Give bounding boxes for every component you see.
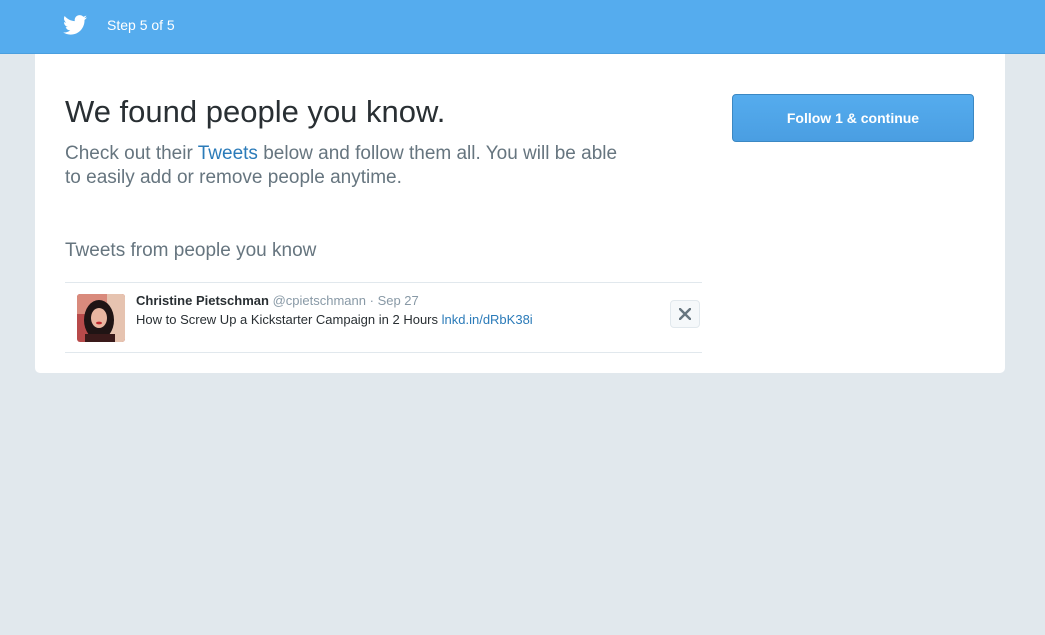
tweet-author-handle[interactable]: @cpietschmann xyxy=(273,293,366,308)
separator-dot: · xyxy=(369,293,374,308)
tweet-timestamp[interactable]: Sep 27 xyxy=(378,293,419,308)
twitter-bird-icon[interactable] xyxy=(63,15,87,35)
step-indicator: Step 5 of 5 xyxy=(107,17,175,33)
section-title: Tweets from people you know xyxy=(65,240,317,261)
top-bar: Step 5 of 5 xyxy=(0,0,1045,54)
tweet-body: How to Screw Up a Kickstarter Campaign i… xyxy=(136,312,442,327)
main-card: We found people you know. Check out thei… xyxy=(35,54,1005,373)
page-description: Check out their Tweets below and follow … xyxy=(65,142,625,190)
tweet-author-name[interactable]: Christine Pietschman xyxy=(136,293,269,308)
page-title: We found people you know. xyxy=(65,94,446,129)
description-text-start: Check out their xyxy=(65,143,198,164)
tweet-link[interactable]: lnkd.in/dRbK38i xyxy=(442,312,533,327)
avatar[interactable] xyxy=(77,294,125,342)
tweets-link[interactable]: Tweets xyxy=(198,143,258,164)
follow-continue-button[interactable]: Follow 1 & continue xyxy=(732,94,974,142)
tweet-header: Christine Pietschman @cpietschmann · Sep… xyxy=(136,293,419,309)
tweet-text: How to Screw Up a Kickstarter Campaign i… xyxy=(136,312,533,328)
tweet-list: Christine Pietschman @cpietschmann · Sep… xyxy=(65,282,702,353)
close-icon xyxy=(679,308,691,320)
dismiss-button[interactable] xyxy=(670,300,700,328)
